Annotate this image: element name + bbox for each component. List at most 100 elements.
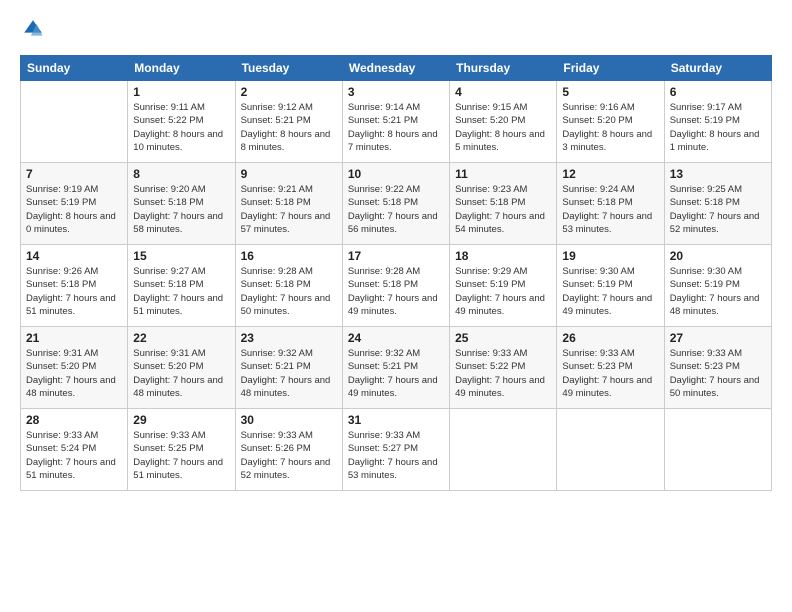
day-cell: 12 Sunrise: 9:24 AMSunset: 5:18 PMDaylig… [557, 163, 664, 245]
day-number: 15 [133, 249, 229, 263]
week-row-3: 14 Sunrise: 9:26 AMSunset: 5:18 PMDaylig… [21, 245, 772, 327]
day-cell: 17 Sunrise: 9:28 AMSunset: 5:18 PMDaylig… [342, 245, 449, 327]
day-info: Sunrise: 9:27 AMSunset: 5:18 PMDaylight:… [133, 265, 229, 318]
day-number: 11 [455, 167, 551, 181]
day-info: Sunrise: 9:23 AMSunset: 5:18 PMDaylight:… [455, 183, 551, 236]
page: SundayMondayTuesdayWednesdayThursdayFrid… [0, 0, 792, 612]
day-info: Sunrise: 9:14 AMSunset: 5:21 PMDaylight:… [348, 101, 444, 154]
day-cell: 22 Sunrise: 9:31 AMSunset: 5:20 PMDaylig… [128, 327, 235, 409]
day-info: Sunrise: 9:33 AMSunset: 5:23 PMDaylight:… [562, 347, 658, 400]
day-number: 29 [133, 413, 229, 427]
day-info: Sunrise: 9:33 AMSunset: 5:25 PMDaylight:… [133, 429, 229, 482]
day-info: Sunrise: 9:16 AMSunset: 5:20 PMDaylight:… [562, 101, 658, 154]
calendar-header-row: SundayMondayTuesdayWednesdayThursdayFrid… [21, 56, 772, 81]
day-info: Sunrise: 9:28 AMSunset: 5:18 PMDaylight:… [241, 265, 337, 318]
day-info: Sunrise: 9:32 AMSunset: 5:21 PMDaylight:… [241, 347, 337, 400]
day-number: 28 [26, 413, 122, 427]
day-cell: 19 Sunrise: 9:30 AMSunset: 5:19 PMDaylig… [557, 245, 664, 327]
day-info: Sunrise: 9:31 AMSunset: 5:20 PMDaylight:… [133, 347, 229, 400]
header-cell-saturday: Saturday [664, 56, 771, 81]
day-cell: 3 Sunrise: 9:14 AMSunset: 5:21 PMDayligh… [342, 81, 449, 163]
day-number: 8 [133, 167, 229, 181]
day-number: 3 [348, 85, 444, 99]
day-info: Sunrise: 9:33 AMSunset: 5:26 PMDaylight:… [241, 429, 337, 482]
day-info: Sunrise: 9:24 AMSunset: 5:18 PMDaylight:… [562, 183, 658, 236]
header-cell-wednesday: Wednesday [342, 56, 449, 81]
calendar-body: 1 Sunrise: 9:11 AMSunset: 5:22 PMDayligh… [21, 81, 772, 491]
day-cell: 2 Sunrise: 9:12 AMSunset: 5:21 PMDayligh… [235, 81, 342, 163]
day-cell: 15 Sunrise: 9:27 AMSunset: 5:18 PMDaylig… [128, 245, 235, 327]
day-info: Sunrise: 9:33 AMSunset: 5:22 PMDaylight:… [455, 347, 551, 400]
day-cell [21, 81, 128, 163]
day-number: 17 [348, 249, 444, 263]
logo-icon [22, 18, 44, 40]
header-cell-monday: Monday [128, 56, 235, 81]
day-info: Sunrise: 9:32 AMSunset: 5:21 PMDaylight:… [348, 347, 444, 400]
day-info: Sunrise: 9:20 AMSunset: 5:18 PMDaylight:… [133, 183, 229, 236]
day-info: Sunrise: 9:33 AMSunset: 5:27 PMDaylight:… [348, 429, 444, 482]
day-cell: 28 Sunrise: 9:33 AMSunset: 5:24 PMDaylig… [21, 409, 128, 491]
day-cell: 24 Sunrise: 9:32 AMSunset: 5:21 PMDaylig… [342, 327, 449, 409]
day-cell [664, 409, 771, 491]
day-number: 30 [241, 413, 337, 427]
day-info: Sunrise: 9:12 AMSunset: 5:21 PMDaylight:… [241, 101, 337, 154]
day-number: 19 [562, 249, 658, 263]
day-number: 27 [670, 331, 766, 345]
day-info: Sunrise: 9:15 AMSunset: 5:20 PMDaylight:… [455, 101, 551, 154]
week-row-5: 28 Sunrise: 9:33 AMSunset: 5:24 PMDaylig… [21, 409, 772, 491]
day-info: Sunrise: 9:30 AMSunset: 5:19 PMDaylight:… [670, 265, 766, 318]
day-number: 23 [241, 331, 337, 345]
day-cell: 4 Sunrise: 9:15 AMSunset: 5:20 PMDayligh… [450, 81, 557, 163]
day-info: Sunrise: 9:19 AMSunset: 5:19 PMDaylight:… [26, 183, 122, 236]
day-cell: 30 Sunrise: 9:33 AMSunset: 5:26 PMDaylig… [235, 409, 342, 491]
day-cell: 20 Sunrise: 9:30 AMSunset: 5:19 PMDaylig… [664, 245, 771, 327]
day-number: 1 [133, 85, 229, 99]
day-cell: 16 Sunrise: 9:28 AMSunset: 5:18 PMDaylig… [235, 245, 342, 327]
logo [20, 18, 46, 45]
day-cell: 31 Sunrise: 9:33 AMSunset: 5:27 PMDaylig… [342, 409, 449, 491]
day-cell: 10 Sunrise: 9:22 AMSunset: 5:18 PMDaylig… [342, 163, 449, 245]
day-info: Sunrise: 9:30 AMSunset: 5:19 PMDaylight:… [562, 265, 658, 318]
day-number: 16 [241, 249, 337, 263]
day-cell: 18 Sunrise: 9:29 AMSunset: 5:19 PMDaylig… [450, 245, 557, 327]
day-cell: 7 Sunrise: 9:19 AMSunset: 5:19 PMDayligh… [21, 163, 128, 245]
day-number: 26 [562, 331, 658, 345]
day-cell: 26 Sunrise: 9:33 AMSunset: 5:23 PMDaylig… [557, 327, 664, 409]
day-number: 6 [670, 85, 766, 99]
day-info: Sunrise: 9:33 AMSunset: 5:24 PMDaylight:… [26, 429, 122, 482]
day-info: Sunrise: 9:21 AMSunset: 5:18 PMDaylight:… [241, 183, 337, 236]
day-cell: 1 Sunrise: 9:11 AMSunset: 5:22 PMDayligh… [128, 81, 235, 163]
day-cell: 8 Sunrise: 9:20 AMSunset: 5:18 PMDayligh… [128, 163, 235, 245]
week-row-1: 1 Sunrise: 9:11 AMSunset: 5:22 PMDayligh… [21, 81, 772, 163]
day-info: Sunrise: 9:29 AMSunset: 5:19 PMDaylight:… [455, 265, 551, 318]
day-cell: 5 Sunrise: 9:16 AMSunset: 5:20 PMDayligh… [557, 81, 664, 163]
day-cell: 27 Sunrise: 9:33 AMSunset: 5:23 PMDaylig… [664, 327, 771, 409]
header-cell-thursday: Thursday [450, 56, 557, 81]
day-info: Sunrise: 9:22 AMSunset: 5:18 PMDaylight:… [348, 183, 444, 236]
header-cell-friday: Friday [557, 56, 664, 81]
day-number: 2 [241, 85, 337, 99]
day-cell: 29 Sunrise: 9:33 AMSunset: 5:25 PMDaylig… [128, 409, 235, 491]
day-cell: 23 Sunrise: 9:32 AMSunset: 5:21 PMDaylig… [235, 327, 342, 409]
day-number: 22 [133, 331, 229, 345]
calendar: SundayMondayTuesdayWednesdayThursdayFrid… [20, 55, 772, 491]
day-info: Sunrise: 9:25 AMSunset: 5:18 PMDaylight:… [670, 183, 766, 236]
header [20, 18, 772, 45]
day-number: 18 [455, 249, 551, 263]
day-number: 21 [26, 331, 122, 345]
day-cell: 11 Sunrise: 9:23 AMSunset: 5:18 PMDaylig… [450, 163, 557, 245]
day-number: 24 [348, 331, 444, 345]
day-info: Sunrise: 9:28 AMSunset: 5:18 PMDaylight:… [348, 265, 444, 318]
day-number: 7 [26, 167, 122, 181]
day-cell: 25 Sunrise: 9:33 AMSunset: 5:22 PMDaylig… [450, 327, 557, 409]
day-info: Sunrise: 9:33 AMSunset: 5:23 PMDaylight:… [670, 347, 766, 400]
day-info: Sunrise: 9:31 AMSunset: 5:20 PMDaylight:… [26, 347, 122, 400]
day-number: 5 [562, 85, 658, 99]
day-cell: 14 Sunrise: 9:26 AMSunset: 5:18 PMDaylig… [21, 245, 128, 327]
day-number: 31 [348, 413, 444, 427]
header-cell-sunday: Sunday [21, 56, 128, 81]
day-number: 20 [670, 249, 766, 263]
day-cell [450, 409, 557, 491]
day-number: 4 [455, 85, 551, 99]
day-number: 13 [670, 167, 766, 181]
